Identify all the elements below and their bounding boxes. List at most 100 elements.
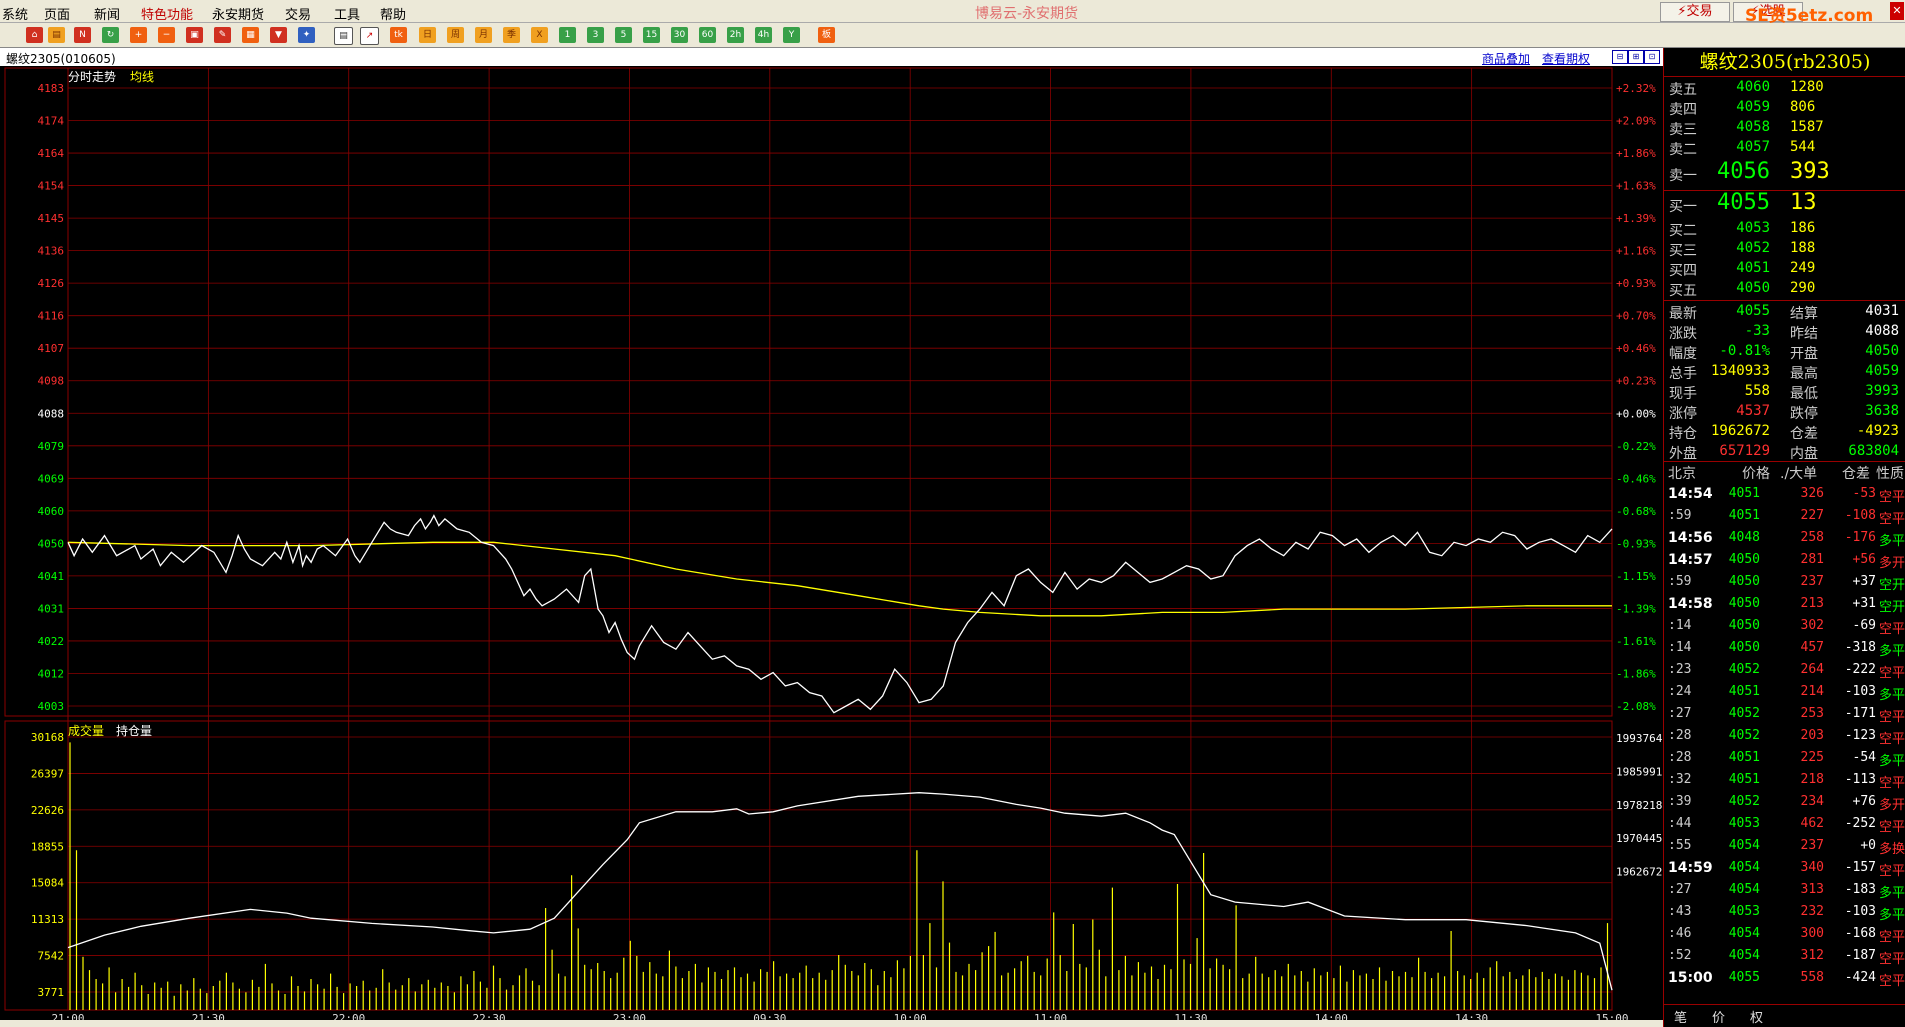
time-tick: 22:30 [473,1012,506,1020]
average-price-line [67,541,1612,617]
trade-row: :44 4053 462 -252 空平 [1668,816,1905,835]
price-tick: 4145 [38,212,65,225]
period-30m-button[interactable]: 30 [671,27,688,43]
contract-title: 螺纹2305(rb2305) [1664,48,1905,77]
price-tick: 4069 [38,472,65,485]
price-tick: 4079 [38,440,65,453]
draw-pen-icon[interactable]: ✎ [214,27,231,43]
period-day-button[interactable]: 日 [419,27,436,43]
trade-row: :59 4051 227 -108 空平 [1668,508,1905,527]
chart-line-icon[interactable]: ↗ [360,27,379,45]
volume-panel-frame [4,720,1613,1011]
period-2h-button[interactable]: 2h [727,27,744,43]
pct-tick: +1.63% [1616,180,1656,193]
sheet-icon[interactable]: ▤ [334,27,353,45]
refresh-icon[interactable]: ↻ [102,27,119,43]
period-5m-button[interactable]: 5 [615,27,632,43]
tab-price[interactable]: 价 [1712,1007,1725,1026]
volume-tick: 18855 [31,840,64,853]
period-4h-button[interactable]: 4h [755,27,772,43]
price-tick: 4164 [38,147,65,160]
price-tick: 4031 [38,602,65,615]
zoom-in-icon[interactable]: + [130,27,147,43]
period-1m-button[interactable]: 1 [559,27,576,43]
tab-rights[interactable]: 权 [1750,1007,1763,1026]
time-tick: 11:00 [1034,1012,1067,1020]
board-button[interactable]: 板 [818,27,835,43]
time-tick: 21:30 [192,1012,225,1020]
close-icon[interactable]: ✕ [1890,2,1904,20]
period-week-button[interactable]: 周 [447,27,464,43]
bid-row: 买二 4053 186 [1669,220,1816,239]
magic-icon[interactable]: ✦ [298,27,315,43]
period-x-button[interactable]: X [531,27,548,43]
restore-icon[interactable]: ⊟ [1612,50,1628,64]
time-sales-header: 北京 价格 ./大单 仓差 性质 [1668,466,1904,482]
zoom-out-icon[interactable]: − [158,27,175,43]
quote-panel: 螺纹2305(rb2305) 卖五 4060 1280 卖四 4059 806 卖三 40… [1663,48,1905,1027]
news-icon[interactable]: N [74,27,91,43]
calculator-icon[interactable]: ▦ [242,27,259,43]
app-title: 博易云-永安期货 [975,6,1079,22]
maximize-icon[interactable]: ⊡ [1644,50,1660,64]
axis-ticks: 4183 +2.32% 4174 +2.09% 4164 +1.86% 4154 +1.63%… [31,82,1663,1020]
bid-row: 买三 4052 188 [1669,240,1816,259]
pct-tick: -1.39% [1616,602,1656,615]
tab-trades[interactable]: 笔 [1674,1007,1687,1026]
menu-help[interactable]: 帮助 [380,4,406,23]
panel-tabs: 笔 价 权 [1664,1004,1905,1026]
volume-tick: 15084 [31,877,64,890]
legend-price: 分时走势 [68,70,116,84]
price-tick: 4088 [38,407,65,420]
menu-trade[interactable]: 交易 [285,4,311,23]
filter-icon[interactable]: ▼ [270,27,287,43]
intraday-chart[interactable]: 分时走势 均线 成交量 持仓量 4183 +2.32% 4174 +2.09% 4164… [0,66,1663,1020]
menu-news[interactable]: 新闻 [94,4,120,23]
time-tick: 14:30 [1455,1012,1488,1020]
layout-icon[interactable]: ⊞ [1628,50,1644,64]
period-60m-button[interactable]: 60 [699,27,716,43]
bid-row-best: 买一 4055 13 [1669,190,1817,215]
period-3m-button[interactable]: 3 [587,27,604,43]
stat-row: 涨停 4537 跌停 3638 [1669,403,1899,422]
menu-bar: 系统 页面 新闻 特色功能 永安期货 交易 工具 帮助 博易云-永安期货 ⚡交易… [0,0,1905,26]
price-tick: 4041 [38,570,65,583]
period-15m-button[interactable]: 15 [643,27,660,43]
trade-row: :28 4051 225 -54 多平 [1668,750,1905,769]
pct-tick: -0.93% [1616,537,1656,550]
menu-system[interactable]: 系统 [2,4,28,23]
trade-row: 14:58 4050 213 +31 空开 [1668,596,1905,615]
home-icon[interactable]: ⌂ [26,27,43,43]
tick-icon[interactable]: tk [390,27,407,43]
menu-features[interactable]: 特色功能 [141,4,193,23]
time-tick: 23:00 [613,1012,646,1020]
time-tick: 11:30 [1174,1012,1207,1020]
price-tick: 4022 [38,635,65,648]
folder-icon[interactable]: ▤ [48,27,65,43]
bid-row: 买四 4051 249 [1669,260,1816,279]
period-month-button[interactable]: 月 [475,27,492,43]
price-tick: 4107 [38,342,65,355]
price-tick: 4183 [38,82,65,95]
view-options-link[interactable]: 查看期权 [1542,50,1590,67]
oi-tick: 1985991 [1616,765,1662,778]
trade-row: 14:54 4051 326 -53 空平 [1668,486,1905,505]
trade-row: :27 4054 313 -183 多平 [1668,882,1905,901]
menu-tools[interactable]: 工具 [334,4,360,23]
menu-yongan[interactable]: 永安期货 [212,4,264,23]
oi-tick: 1962672 [1616,866,1662,879]
pct-tick: -1.61% [1616,635,1656,648]
pct-tick: -0.68% [1616,505,1656,518]
price-tick: 4116 [38,310,65,323]
period-year-button[interactable]: Y [783,27,800,43]
trade-button[interactable]: ⚡交易 [1660,2,1730,22]
price-tick: 4012 [38,667,65,680]
ask-row: 卖三 4058 1587 [1669,119,1824,138]
overlay-commodity-link[interactable]: 商品叠加 [1482,50,1530,67]
trade-row: 14:56 4048 258 -176 多平 [1668,530,1905,549]
menu-page[interactable]: 页面 [44,4,70,23]
chart-title: 螺纹2305(010605) [6,52,116,66]
window-icon[interactable]: ▣ [186,27,203,43]
trade-row: 14:57 4050 281 +56 多开 [1668,552,1905,571]
period-quarter-button[interactable]: 季 [503,27,520,43]
